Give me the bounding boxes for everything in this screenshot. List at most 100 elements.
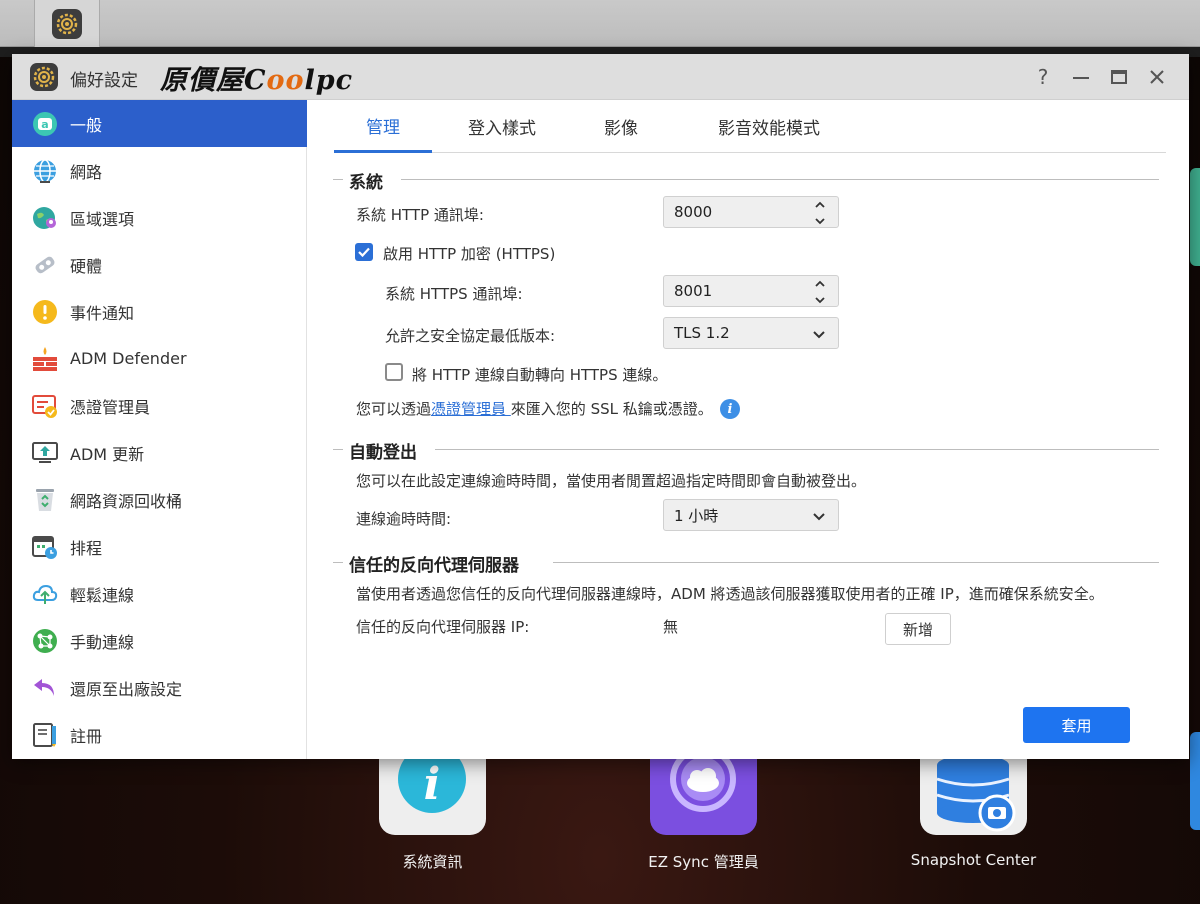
timeout-label: 連線逾時時間: [356,510,452,528]
chevron-up-icon[interactable] [814,280,826,288]
auto-logout-description: 您可以在此設定連線逾時時間，當使用者閒置超過指定時間即會自動被登出。 [356,472,867,490]
sidebar-item-label: 區域選項 [70,209,135,229]
https-enable-label: 啟用 HTTP 加密 (HTTPS) [383,245,556,263]
preferences-gear-icon [30,63,58,91]
https-port-label: 系統 HTTPS 通訊埠: [385,285,523,303]
tls-version-value: TLS 1.2 [674,324,730,342]
stepper-arrows[interactable] [814,201,826,225]
sidebar-item-label: 硬體 [70,256,103,276]
stepper-arrows[interactable] [814,280,826,304]
timeout-value: 1 小時 [674,506,719,525]
ssl-note: 您可以透過憑證管理員 來匯入您的 SSL 私鑰或憑證。 [356,398,713,419]
proxy-ip-label: 信任的反向代理伺服器 IP: [356,618,530,636]
sidebar-item-factory-reset[interactable]: 還原至出廠設定 [12,664,307,711]
https-redirect-checkbox[interactable] [385,363,403,381]
ez-sync-label: EZ Sync 管理員 [648,853,759,871]
section-trusted-proxy: 信任的反向代理伺服器 [333,551,1159,576]
restore-icon [32,675,58,701]
section-trusted-proxy-title: 信任的反向代理伺服器 [349,551,527,576]
side-app-tab-blue[interactable] [1190,732,1200,830]
side-app-tab-green[interactable] [1190,168,1200,266]
sidebar-item-label: 憑證管理員 [70,397,151,417]
sidebar-item-region[interactable]: 區域選項 [12,194,307,241]
minimize-icon [1073,77,1089,79]
sidebar-item-label: 手動連線 [70,632,135,652]
register-icon [32,722,58,748]
add-proxy-button[interactable]: 新增 [885,613,951,645]
tls-version-select[interactable]: TLS 1.2 [663,317,839,349]
svg-text:i: i [424,759,441,810]
help-button[interactable]: ? [1028,62,1058,92]
tab-login-style[interactable]: 登入樣式 [459,100,545,153]
sidebar-item-label: 事件通知 [70,303,135,323]
chevron-down-icon[interactable] [814,296,826,304]
brand-watermark: 原價屋Coolpc [160,65,354,96]
sidebar-item-adm-update[interactable]: ADM 更新 [12,429,307,476]
section-system-title: 系統 [349,168,391,193]
recycle-bin-icon [32,487,58,513]
taskbar-preferences-app[interactable] [34,0,100,47]
sidebar-item-label: 網路 [70,162,103,182]
sidebar-item-network[interactable]: 網路 [12,147,307,194]
sidebar-item-label: 輕鬆連線 [70,585,135,605]
https-port-stepper[interactable]: 8001 [663,275,839,307]
sidebar-item-ezconnect[interactable]: 輕鬆連線 [12,570,307,617]
section-auto-logout: 自動登出 [333,438,1159,463]
proxy-ip-value: 無 [663,618,679,636]
timeout-select[interactable]: 1 小時 [663,499,839,531]
minimize-button[interactable] [1066,62,1096,92]
maximize-button[interactable] [1104,62,1134,92]
certificate-manager-link[interactable]: 憑證管理員 [431,400,511,418]
alert-icon [32,299,58,325]
ssl-note-suffix: 來匯入您的 SSL 私鑰或憑證。 [510,400,713,418]
sidebar-item-certificates[interactable]: 憑證管理員 [12,382,307,429]
sidebar-item-adm-defender[interactable]: ADM Defender [12,335,307,382]
http-port-stepper[interactable]: 8000 [663,196,839,228]
snapshot-center-label: Snapshot Center [910,851,1037,869]
sidebar-item-hardware[interactable]: 硬體 [12,241,307,288]
info-icon[interactable]: i [720,399,740,419]
tab-management[interactable]: 管理 [334,100,432,153]
https-port-value: 8001 [674,282,713,300]
firewall-icon [32,346,58,372]
network-icon [32,628,58,654]
sidebar-item-manual-connect[interactable]: 手動連線 [12,617,307,664]
http-port-label: 系統 HTTP 通訊埠: [356,206,484,224]
chevron-up-icon[interactable] [814,201,826,209]
proxy-description: 當使用者透過您信任的反向代理伺服器連線時，ADM 將透過該伺服器獲取使用者的正確… [356,585,1104,603]
check-icon [358,247,370,258]
sidebar-item-general[interactable]: a 一般 [12,100,307,147]
sidebar-item-notifications[interactable]: 事件通知 [12,288,307,335]
taskbar [0,0,1200,47]
ssl-note-prefix: 您可以透過 [356,400,432,418]
close-icon [1150,70,1164,84]
update-icon [32,440,58,466]
cloud-connect-icon [32,581,58,607]
chevron-down-icon[interactable] [814,217,826,225]
tab-media-performance[interactable]: 影音效能模式 [699,100,839,153]
sidebar-item-recycle-bin[interactable]: 網路資源回收桶 [12,476,307,523]
sidebar-item-label: 排程 [70,538,103,558]
apply-button[interactable]: 套用 [1023,707,1130,743]
sidebar-item-label: ADM Defender [70,349,187,368]
section-auto-logout-title: 自動登出 [349,438,425,463]
http-port-value: 8000 [674,203,713,221]
chevron-down-icon [813,513,825,521]
ez-sync-icon[interactable] [650,746,757,835]
sidebar-item-label: 網路資源回收桶 [70,491,183,511]
window-titlebar[interactable]: 偏好設定 原價屋Coolpc ? [12,54,1189,100]
sidebar-item-register[interactable]: 註冊 [12,711,307,758]
sidebar-item-label: ADM 更新 [70,444,145,464]
close-button[interactable] [1142,62,1172,92]
section-system: 系統 [333,168,1159,193]
system-info-icon[interactable]: i [379,745,486,835]
snapshot-center-icon[interactable] [920,755,1027,835]
tab-image[interactable]: 影像 [596,100,646,153]
help-icon: ? [1037,65,1049,89]
schedule-icon [32,534,58,560]
https-enable-checkbox[interactable] [355,243,373,261]
sidebar-item-label: 註冊 [70,726,103,746]
sidebar-item-schedule[interactable]: 排程 [12,523,307,570]
chevron-down-icon [813,331,825,339]
tls-version-label: 允許之安全協定最低版本: [385,327,556,345]
